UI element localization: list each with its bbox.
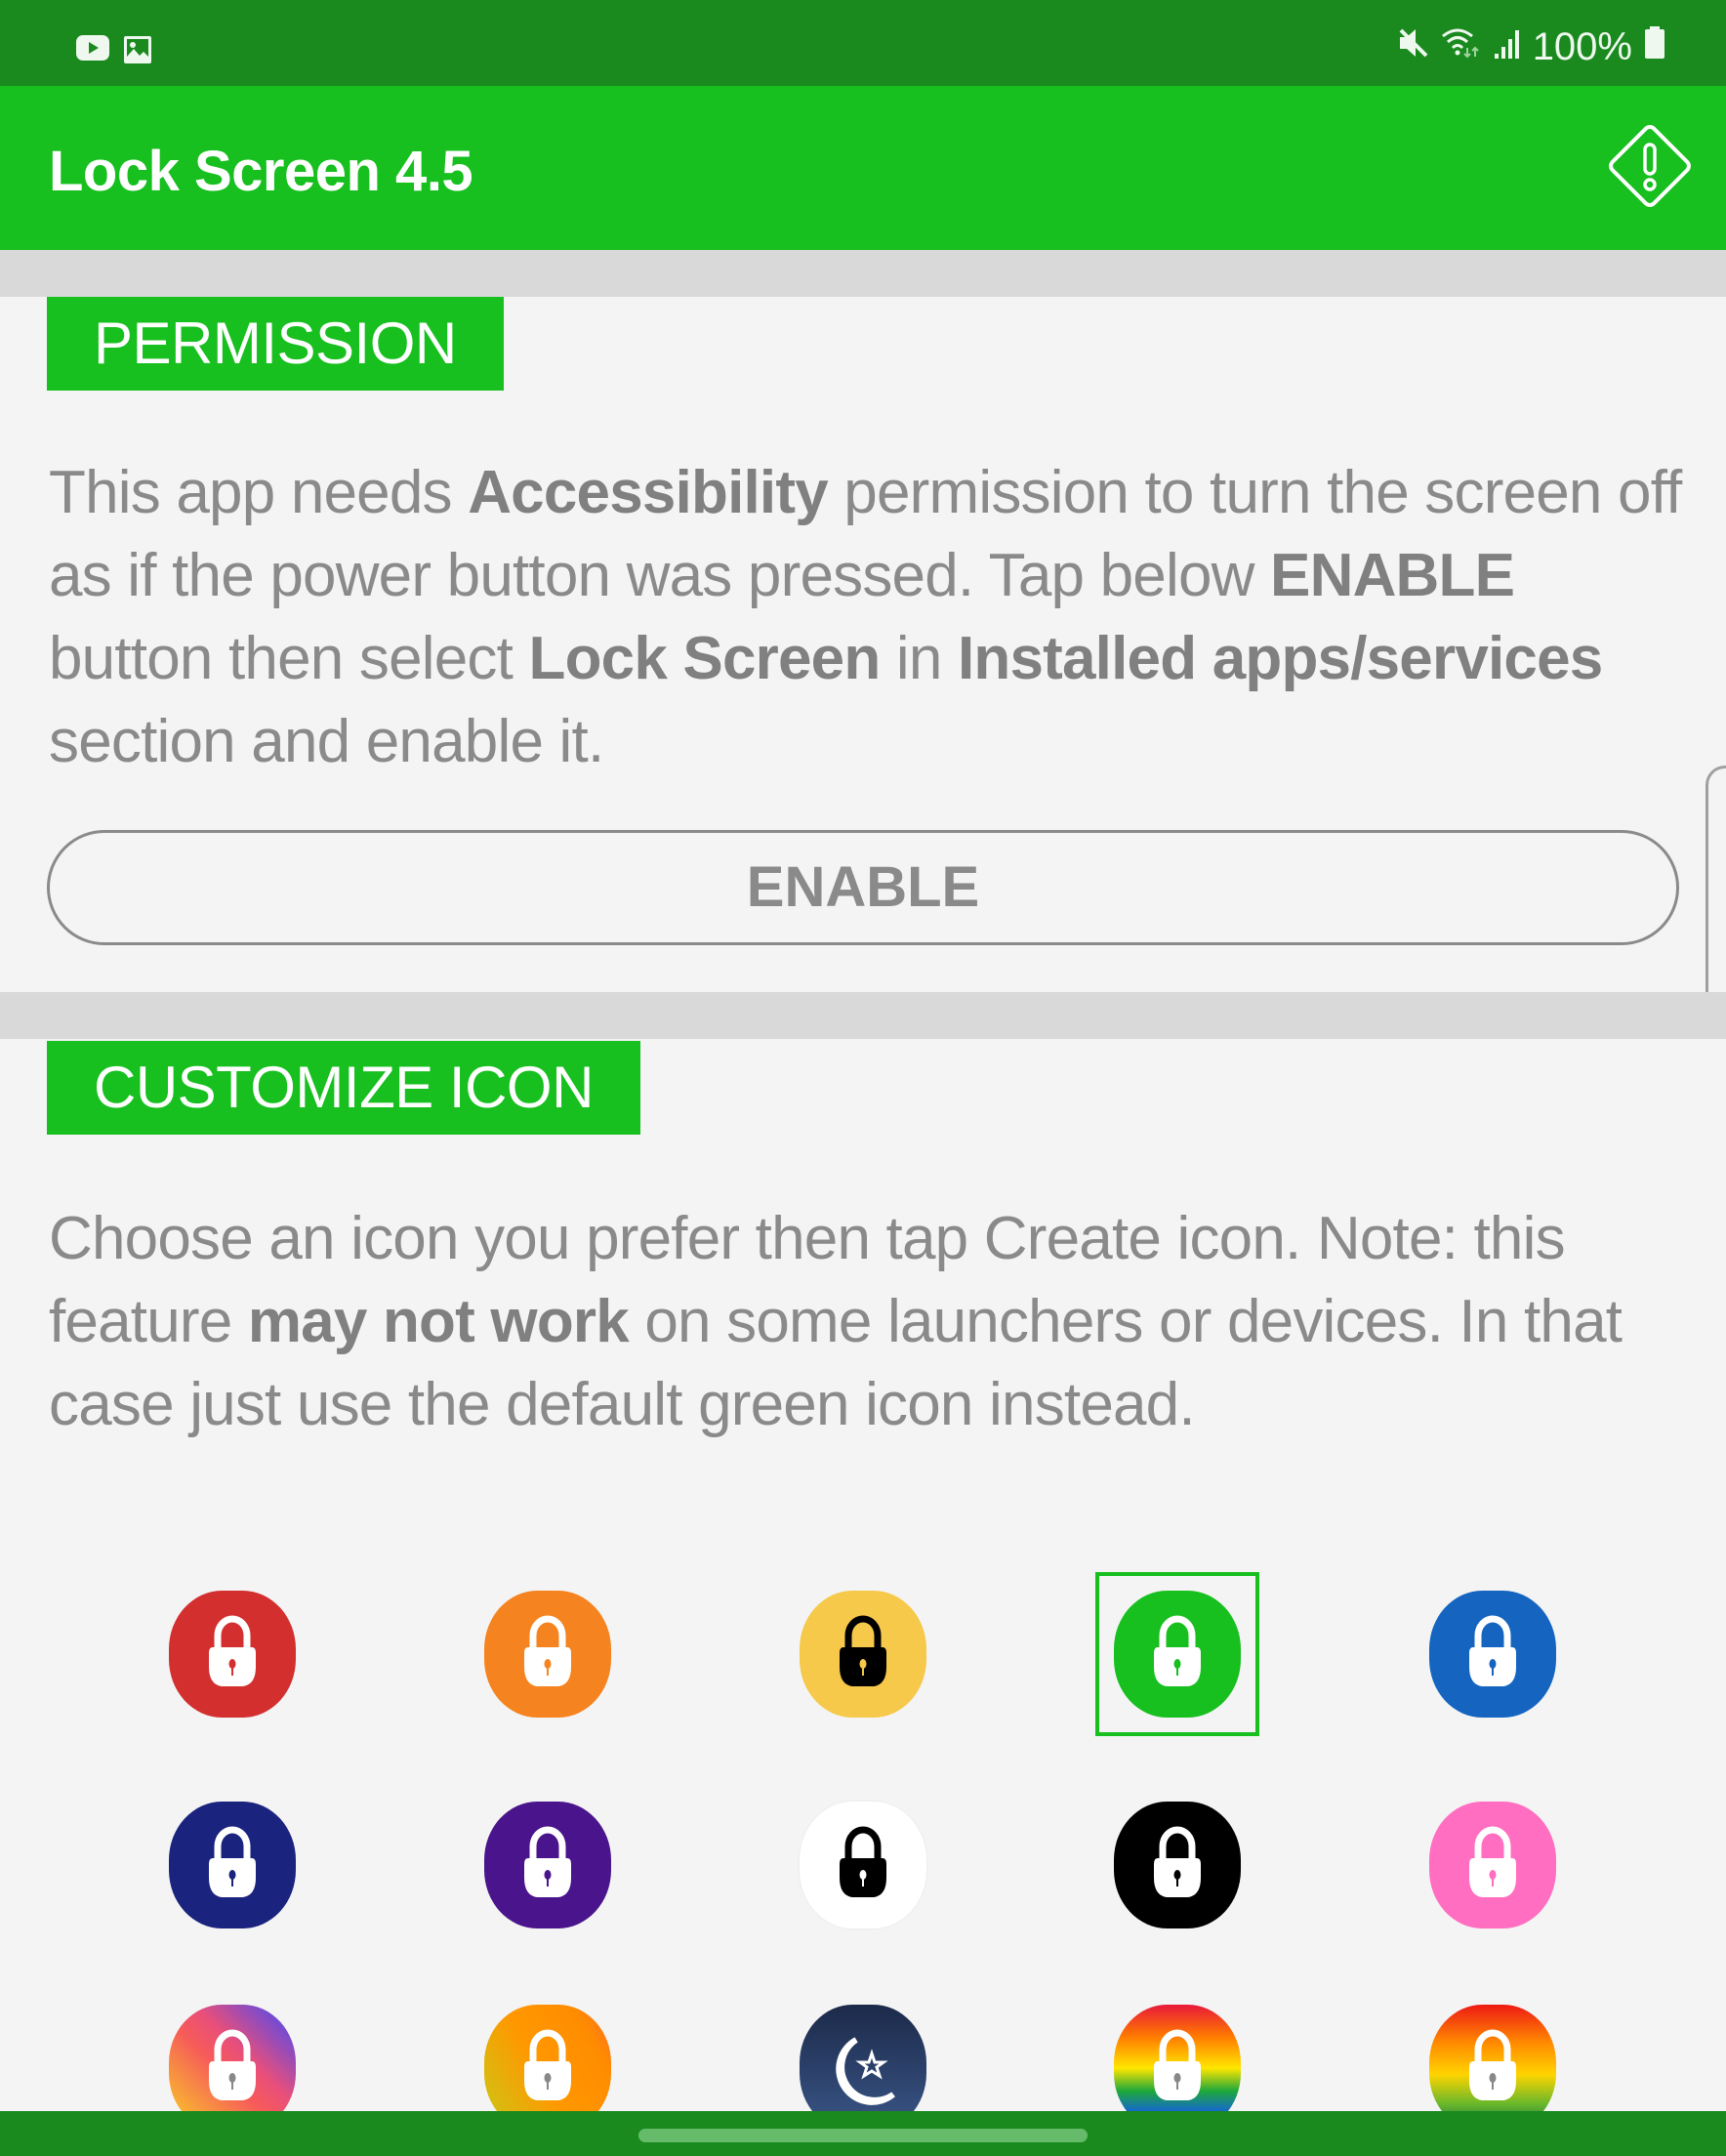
emphasized-text: may not work	[247, 1288, 630, 1355]
permission-description: This app needs Accessibility permission …	[49, 451, 1689, 783]
text-run: in	[880, 625, 958, 692]
icon-background	[1429, 1591, 1556, 1718]
icon-option-orange[interactable]	[466, 1572, 630, 1736]
lock-icon	[840, 1826, 886, 1897]
lock-icon	[1154, 1615, 1201, 1686]
icon-option-pink[interactable]	[1411, 1783, 1575, 1947]
gallery-icon	[123, 35, 152, 69]
emphasized-text: ENABLE	[1270, 542, 1515, 609]
status-right-icons: 100%	[1398, 25, 1665, 69]
lock-icon	[1154, 1826, 1201, 1897]
status-left-icons	[76, 35, 152, 69]
customize-icon-card: CUSTOMIZE ICON Choose an icon you prefer…	[0, 1039, 1726, 2132]
lock-icon	[209, 1615, 256, 1686]
battery-icon	[1644, 25, 1665, 69]
customize-description: Choose an icon you prefer then tap Creat…	[49, 1197, 1689, 1446]
enable-button[interactable]: ENABLE	[47, 830, 1679, 945]
emphasized-text: Accessibility	[468, 459, 828, 526]
text-run: section and enable it.	[49, 708, 604, 775]
lock-icon	[1469, 1615, 1516, 1686]
customize-icon-label: CUSTOMIZE ICON	[47, 1041, 640, 1135]
section-divider	[0, 250, 1726, 297]
app-bar: Lock Screen 4.5	[0, 86, 1726, 250]
icon-option-white[interactable]	[781, 1783, 945, 1947]
icon-background	[800, 1802, 926, 1928]
emphasized-text: Lock Screen	[528, 625, 882, 692]
signal-icon	[1494, 25, 1521, 69]
battery-percentage: 100%	[1532, 25, 1632, 68]
icon-background	[1114, 1591, 1241, 1718]
icon-background	[1429, 1802, 1556, 1928]
icon-option-yellow[interactable]	[781, 1572, 945, 1736]
icon-option-blue[interactable]	[1411, 1572, 1575, 1736]
lock-icon	[524, 1615, 571, 1686]
lock-icon	[840, 1615, 886, 1686]
wifi-icon	[1441, 25, 1482, 69]
emphasized-text: Installed apps/services	[957, 625, 1603, 692]
text-run: This app needs	[49, 459, 469, 526]
icon-background	[169, 1591, 296, 1718]
permission-label: PERMISSION	[47, 297, 504, 391]
icon-option-navy[interactable]	[150, 1783, 314, 1947]
icon-background	[484, 1802, 611, 1928]
mute-icon	[1398, 25, 1429, 69]
section-divider	[0, 992, 1726, 1039]
warning-diamond-icon	[1609, 125, 1691, 207]
youtube-icon	[76, 35, 109, 69]
warning-button[interactable]	[1599, 115, 1701, 217]
lock-icon	[1469, 1826, 1516, 1897]
lock-icon	[524, 1826, 571, 1897]
app-title: Lock Screen 4.5	[49, 140, 473, 203]
icon-option-green[interactable]	[1095, 1572, 1259, 1736]
icon-background	[169, 1802, 296, 1928]
lock-icon	[209, 1826, 256, 1897]
icon-background	[1114, 1802, 1241, 1928]
icon-background	[800, 1591, 926, 1718]
permission-card: PERMISSION This app needs Accessibility …	[0, 297, 1726, 992]
navigation-bar	[0, 2111, 1726, 2156]
home-gesture-handle[interactable]	[638, 2129, 1088, 2142]
icon-option-black[interactable]	[1095, 1783, 1259, 1947]
status-bar: 100%	[0, 0, 1726, 86]
text-run: button then select	[49, 625, 529, 692]
icon-option-red[interactable]	[150, 1572, 314, 1736]
icon-background	[484, 1591, 611, 1718]
icon-option-purple[interactable]	[466, 1783, 630, 1947]
